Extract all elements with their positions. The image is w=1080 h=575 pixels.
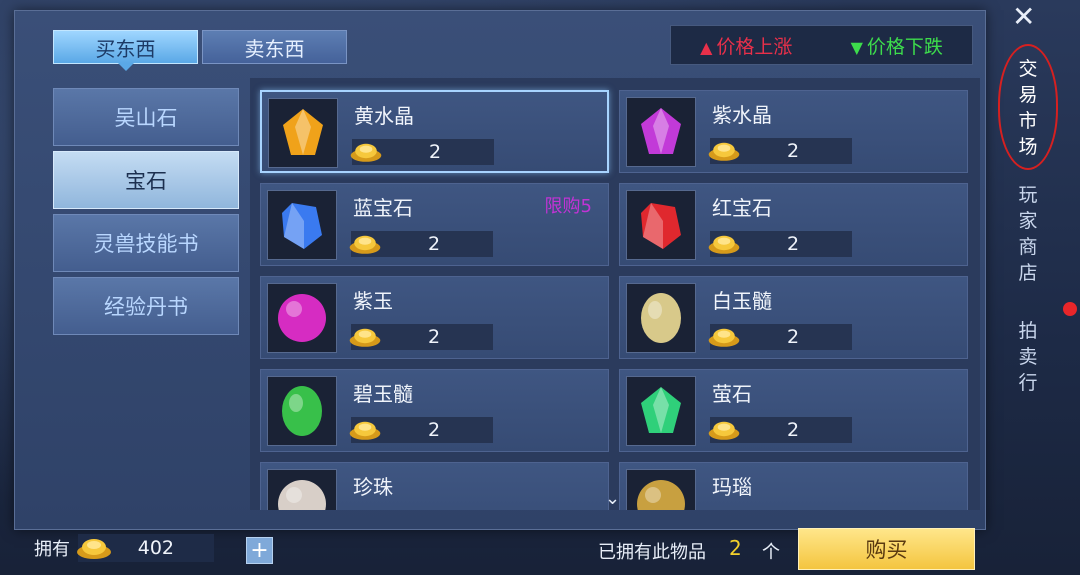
own-value: 402 xyxy=(137,537,174,559)
category-wushanshi[interactable]: 吴山石 xyxy=(53,88,239,146)
item-price: 2 xyxy=(708,324,852,350)
item-name: 红宝石 xyxy=(712,196,772,220)
add-currency-button[interactable]: + xyxy=(246,537,273,564)
item-card[interactable]: 玛瑙 xyxy=(619,462,968,510)
nav-player-shop[interactable]: 玩家商店 xyxy=(1013,182,1043,286)
owned-item-label: 已拥有此物品 xyxy=(598,542,706,563)
item-price: 2 xyxy=(349,417,493,443)
tab-buy[interactable]: 买东西 xyxy=(53,30,198,64)
item-gem-icon xyxy=(267,283,337,353)
category-exp-books[interactable]: 经验丹书 xyxy=(53,277,239,335)
item-card[interactable]: 珍珠 xyxy=(260,462,609,510)
item-name: 黄水晶 xyxy=(354,104,414,128)
item-card[interactable]: 碧玉髓 2 xyxy=(260,369,609,452)
category-pet-skill-books[interactable]: 灵兽技能书 xyxy=(53,214,239,272)
item-name: 珍珠 xyxy=(353,475,393,499)
scroll-down-icon[interactable]: ⌄ xyxy=(605,488,620,509)
item-name: 碧玉髓 xyxy=(353,382,413,406)
item-price-value: 2 xyxy=(427,419,441,441)
nav-auction-house[interactable]: 拍卖行 xyxy=(1013,318,1043,396)
item-grid: 黄水晶 2 紫水晶 2 蓝宝石 限购5 2 红宝石 2 紫玉 2 白玉髓 2 碧… xyxy=(260,90,968,510)
item-gem-icon xyxy=(267,469,337,510)
item-grid-scroll[interactable]: 黄水晶 2 紫水晶 2 蓝宝石 限购5 2 红宝石 2 紫玉 2 白玉髓 2 碧… xyxy=(250,78,980,510)
buy-button[interactable]: 购买 xyxy=(798,528,975,570)
item-price-value: 2 xyxy=(427,326,441,348)
item-gem-icon xyxy=(267,190,337,260)
price-down-label: 价格下跌 xyxy=(866,35,943,58)
close-icon[interactable]: ✕ xyxy=(1012,0,1035,33)
item-card[interactable]: 红宝石 2 xyxy=(619,183,968,266)
item-price-value: 2 xyxy=(786,140,800,162)
item-price: 2 xyxy=(708,138,852,164)
item-card[interactable]: 紫玉 2 xyxy=(260,276,609,359)
item-price-value: 2 xyxy=(428,141,442,163)
item-gem-icon xyxy=(268,98,338,168)
item-gem-icon xyxy=(626,97,696,167)
item-card[interactable]: 紫水晶 2 xyxy=(619,90,968,173)
arrow-up-icon: ▲ xyxy=(700,37,713,57)
item-card[interactable]: 萤石 2 xyxy=(619,369,968,452)
category-gems[interactable]: 宝石 xyxy=(53,151,239,209)
item-gem-icon xyxy=(626,469,696,510)
own-label: 拥有 xyxy=(34,539,70,560)
currency-owned: 拥有 402 xyxy=(34,534,214,562)
item-gem-icon xyxy=(626,376,696,446)
item-name: 紫玉 xyxy=(353,289,393,313)
item-price-value: 2 xyxy=(786,233,800,255)
price-legend: ▲ 价格上涨 ▼ 价格下跌 xyxy=(670,25,973,65)
item-card[interactable]: 白玉髓 2 xyxy=(619,276,968,359)
item-price: 2 xyxy=(349,324,493,350)
purchase-limit-badge: 限购5 xyxy=(544,196,592,217)
notification-dot xyxy=(1063,302,1077,316)
owned-item-unit: 个 xyxy=(762,542,780,563)
price-down-legend: ▼ 价格下跌 xyxy=(851,32,943,59)
item-price: 2 xyxy=(350,139,494,165)
item-name: 紫水晶 xyxy=(712,103,772,127)
owned-item-count: 2 xyxy=(729,536,742,560)
item-price-value: 2 xyxy=(786,326,800,348)
arrow-down-icon: ▼ xyxy=(850,37,863,57)
item-name: 白玉髓 xyxy=(712,289,772,313)
price-up-legend: ▲ 价格上涨 xyxy=(700,32,792,59)
gold-ingot-icon xyxy=(77,539,111,559)
item-price-value: 2 xyxy=(786,419,800,441)
item-card[interactable]: 黄水晶 2 xyxy=(260,90,609,173)
item-gem-icon xyxy=(626,283,696,353)
item-price: 2 xyxy=(349,231,493,257)
item-card[interactable]: 蓝宝石 限购5 2 xyxy=(260,183,609,266)
item-price: 2 xyxy=(708,231,852,257)
item-name: 玛瑙 xyxy=(712,475,752,499)
item-price-value: 2 xyxy=(427,233,441,255)
item-name: 蓝宝石 xyxy=(353,196,413,220)
category-list: 吴山石 宝石 灵兽技能书 经验丹书 xyxy=(53,88,239,335)
item-gem-icon xyxy=(626,190,696,260)
top-tabs: 买东西 卖东西 xyxy=(53,30,347,64)
item-name: 萤石 xyxy=(712,382,752,406)
tab-sell[interactable]: 卖东西 xyxy=(202,30,347,64)
item-price: 2 xyxy=(708,417,852,443)
nav-trading-market[interactable]: 交易市场 xyxy=(1013,56,1043,160)
own-value-box: 402 xyxy=(77,534,214,562)
item-gem-icon xyxy=(267,376,337,446)
price-up-label: 价格上涨 xyxy=(716,35,793,58)
